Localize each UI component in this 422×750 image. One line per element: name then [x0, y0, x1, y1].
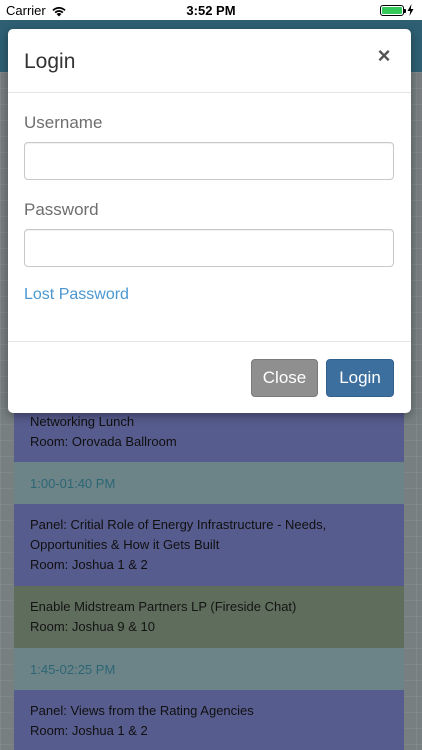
session-title: Panel: Critial Role of Energy Infrastruc… [30, 517, 327, 532]
status-right [380, 4, 414, 16]
session-title: Panel: Views from the Rating Agencies [30, 703, 254, 718]
bolt-icon [407, 4, 414, 16]
login-modal: Login × Username Password Lost Password … [8, 29, 411, 413]
session-room: Room: Joshua 1 & 2 [30, 723, 148, 738]
login-button[interactable]: Login [326, 359, 394, 397]
battery-fill [382, 6, 402, 14]
time-label: 1:00-01:40 PM [30, 475, 116, 491]
session-title-cont: Opportunities & How it Gets Built [30, 537, 220, 552]
schedule-list: Networking Lunch Room: Orovada Ballroom … [14, 402, 404, 750]
lost-password-link[interactable]: Lost Password [24, 286, 129, 304]
time-slot: 1:00-01:40 PM [14, 462, 404, 504]
session-room: Room: Joshua 9 & 10 [30, 619, 156, 634]
session-title: Enable Midstream Partners LP (Fireside C… [30, 599, 297, 614]
session-title: Networking Lunch [30, 414, 135, 429]
battery-icon [380, 4, 406, 16]
modal-footer: Close Login [8, 342, 411, 412]
session-room: Room: Orovada Ballroom [30, 434, 177, 449]
clock: 3:52 PM [186, 3, 236, 18]
close-button[interactable]: Close [251, 359, 318, 397]
modal-body: Username Password Lost Password [8, 93, 411, 342]
session-room: Room: Joshua 1 & 2 [30, 557, 148, 572]
status-bar: Carrier 3:52 PM [0, 0, 422, 20]
modal-title: Login [24, 50, 76, 73]
password-label: Password [24, 200, 99, 219]
close-icon[interactable]: × [373, 45, 395, 67]
modal-header: Login × [8, 29, 411, 93]
list-item[interactable]: Panel: Critial Role of Energy Infrastruc… [14, 504, 404, 586]
username-field[interactable] [24, 142, 394, 180]
time-slot: 1:45-02:25 PM [14, 648, 404, 690]
time-label: 1:45-02:25 PM [30, 661, 116, 677]
password-field[interactable] [24, 229, 394, 267]
list-item[interactable]: Enable Midstream Partners LP (Fireside C… [14, 586, 404, 648]
list-item[interactable]: Panel: Views from the Rating Agencies Ro… [14, 690, 404, 750]
username-label: Username [24, 113, 103, 132]
